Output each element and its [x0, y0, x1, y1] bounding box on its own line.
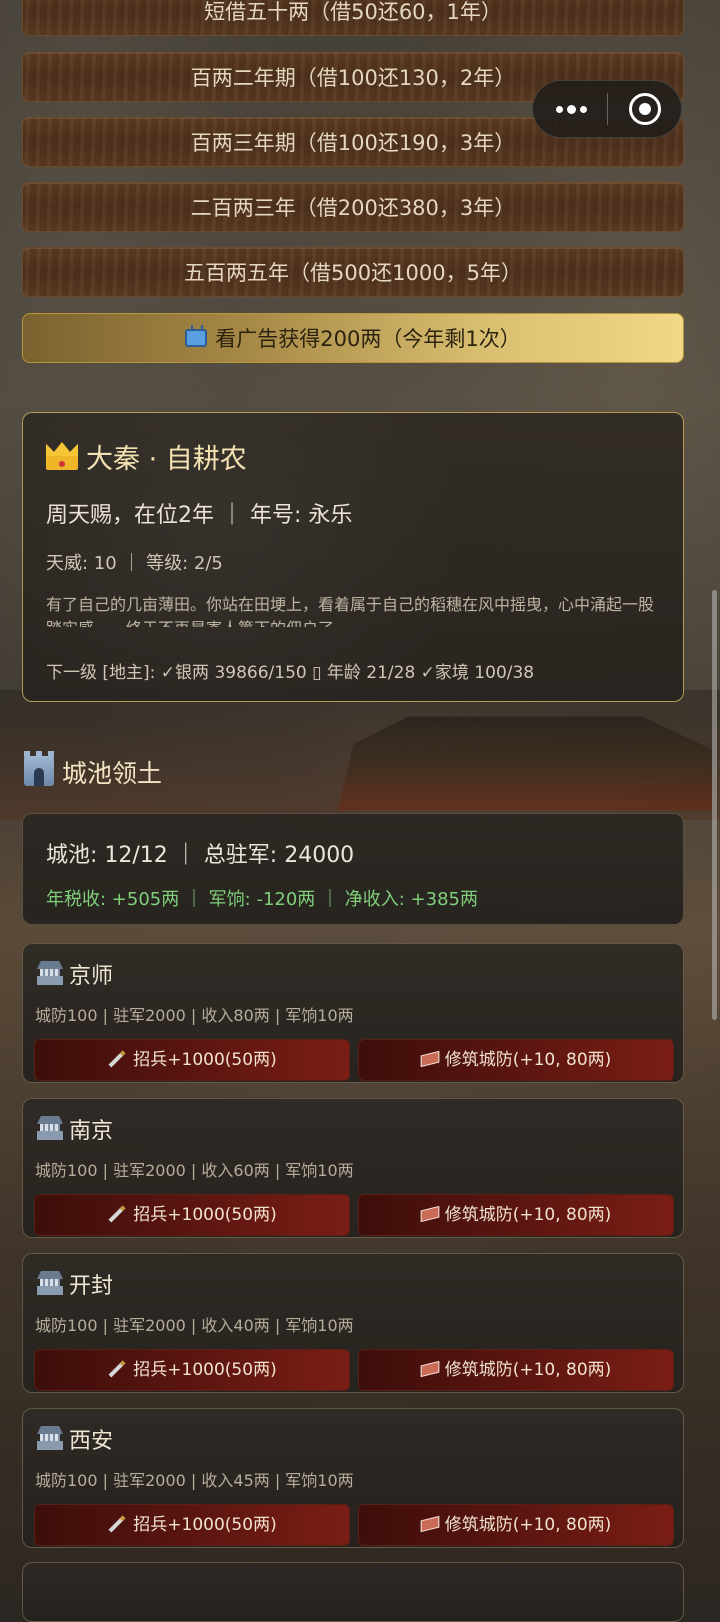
city-icon — [37, 961, 63, 985]
scrollbar[interactable] — [712, 590, 717, 1020]
city-card: 西安 城防100 | 驻军2000 | 收入45两 | 军饷10两 招兵+100… — [22, 1408, 684, 1548]
city-stats: 城防100 | 驻军2000 | 收入60两 | 军饷10两 — [35, 1161, 354, 1180]
city-card: 京师 城防100 | 驻军2000 | 收入80两 | 军饷10两 招兵+100… — [22, 943, 684, 1083]
recruit-button[interactable]: 招兵+1000(50两) — [34, 1504, 350, 1546]
miniprogram-capsule — [532, 80, 682, 138]
watch-ad-button[interactable]: 看广告获得200两（今年剩1次） — [22, 313, 684, 363]
sword-icon — [108, 1205, 126, 1223]
recruit-button[interactable]: 招兵+1000(50两) — [34, 1349, 350, 1391]
city-stats: 城防100 | 驻军2000 | 收入45两 | 军饷10两 — [35, 1471, 354, 1490]
recruit-label: 招兵+1000(50两) — [133, 1050, 277, 1070]
city-name: 开封 — [69, 1274, 114, 1299]
dynasty-title: 大秦 · 自耕农 — [86, 444, 247, 475]
fortify-button[interactable]: 修筑城防(+10, 80两) — [358, 1039, 674, 1081]
castle-icon — [24, 751, 54, 786]
dynasty-panel: 大秦 · 自耕农 周天赐，在位2年 ｜ 年号: 永乐 天威: 10 ｜ 等级: … — [22, 412, 684, 702]
crown-icon — [46, 440, 78, 470]
recruit-label: 招兵+1000(50两) — [133, 1515, 277, 1535]
income-summary: 年税收: +505两 ｜ 军饷: -120两 ｜ 净收入: +385两 — [46, 889, 478, 910]
city-name: 南京 — [69, 1119, 114, 1144]
close-miniprogram-button[interactable] — [629, 93, 661, 125]
city-name: 西安 — [69, 1429, 114, 1454]
capsule-divider — [607, 93, 608, 125]
next-level-requirements: 下一级 [地主]: ✓银两 39866/150 ▯ 年龄 21/28 ✓家境 1… — [46, 663, 535, 683]
city-icon — [37, 1426, 63, 1450]
section-title: 城池领土 — [62, 759, 163, 788]
recruit-label: 招兵+1000(50两) — [133, 1205, 277, 1225]
brick-icon — [420, 1205, 440, 1223]
dynasty-stats: 天威: 10 ｜ 等级: 2/5 — [46, 553, 223, 574]
city-icon — [37, 1271, 63, 1295]
brick-icon — [420, 1360, 440, 1378]
fortify-button[interactable]: 修筑城防(+10, 80两) — [358, 1504, 674, 1546]
recruit-button[interactable]: 招兵+1000(50两) — [34, 1039, 350, 1081]
loan-option-4[interactable]: 二百两三年（借200还380，3年） — [22, 182, 684, 232]
fortify-button[interactable]: 修筑城防(+10, 80两) — [358, 1194, 674, 1236]
sword-icon — [108, 1515, 126, 1533]
recruit-button[interactable]: 招兵+1000(50两) — [34, 1194, 350, 1236]
sword-icon — [108, 1360, 126, 1378]
brick-icon — [420, 1515, 440, 1533]
sword-icon — [108, 1050, 126, 1068]
ruler-info: 周天赐，在位2年 ｜ 年号: 永乐 — [46, 503, 353, 528]
fortify-button[interactable]: 修筑城防(+10, 80两) — [358, 1349, 674, 1391]
city-stats: 城防100 | 驻军2000 | 收入40两 | 军饷10两 — [35, 1316, 354, 1335]
dynasty-description: 有了自己的几亩薄田。你站在田埂上，看着属于自己的稻穗在风中摇曳，心中涌起一股踏实… — [46, 595, 655, 627]
more-menu-button[interactable] — [533, 81, 607, 137]
city-count-garrison: 城池: 12/12 ｜ 总驻军: 24000 — [46, 843, 355, 868]
territory-summary: 城池: 12/12 ｜ 总驻军: 24000 年税收: +505两 ｜ 军饷: … — [22, 813, 684, 925]
city-card: 南京 城防100 | 驻军2000 | 收入60两 | 军饷10两 招兵+100… — [22, 1098, 684, 1238]
fortify-label: 修筑城防(+10, 80两) — [444, 1360, 612, 1380]
city-card-partial — [22, 1562, 684, 1622]
brick-icon — [420, 1050, 440, 1068]
fortify-label: 修筑城防(+10, 80两) — [444, 1515, 612, 1535]
fortify-label: 修筑城防(+10, 80两) — [444, 1050, 612, 1070]
city-stats: 城防100 | 驻军2000 | 收入80两 | 军饷10两 — [35, 1006, 354, 1025]
loan-option-1[interactable]: 短借五十两（借50还60，1年） — [22, 0, 684, 36]
watch-ad-label: 看广告获得200两（今年剩1次） — [215, 327, 521, 351]
loan-option-5[interactable]: 五百两五年（借500还1000，5年） — [22, 247, 684, 297]
city-icon — [37, 1116, 63, 1140]
city-name: 京师 — [69, 964, 114, 989]
recruit-label: 招兵+1000(50两) — [133, 1360, 277, 1380]
fortify-label: 修筑城防(+10, 80两) — [444, 1205, 612, 1225]
tv-icon — [185, 329, 208, 347]
city-card: 开封 城防100 | 驻军2000 | 收入40两 | 军饷10两 招兵+100… — [22, 1253, 684, 1393]
